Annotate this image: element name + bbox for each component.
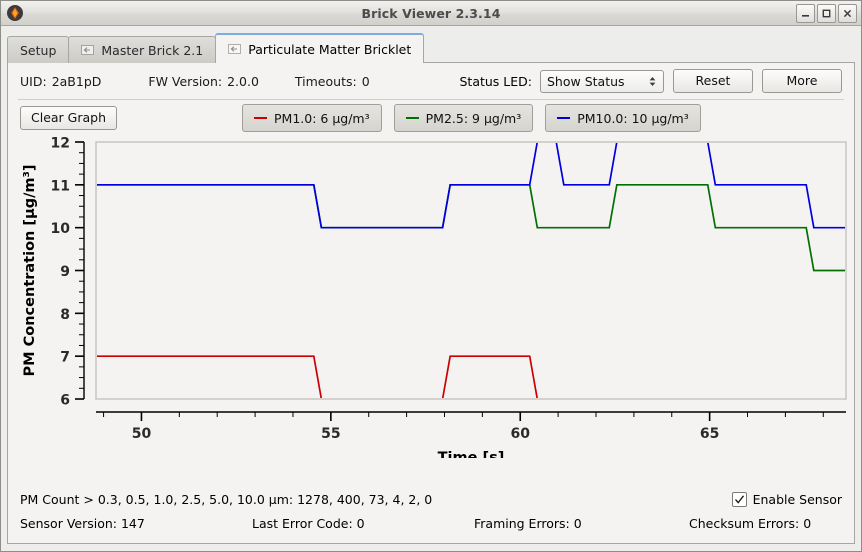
legend-button-pm25[interactable]: PM2.5: 9 µg/m³ (393, 104, 534, 132)
status-led-combo-wrap: Show Status (540, 69, 664, 93)
legend-group: PM1.0: 6 µg/m³ PM2.5: 9 µg/m³ PM10.0: 10… (242, 104, 701, 132)
x-tick-label: 60 (511, 426, 531, 442)
close-button[interactable] (838, 4, 857, 23)
legend-color-swatch-pm10 (557, 117, 571, 119)
legend-color-swatch-pm25 (405, 117, 419, 119)
more-button[interactable]: More (762, 69, 842, 93)
tab-setup-label: Setup (20, 42, 57, 58)
window-controls (796, 4, 857, 23)
tab-setup[interactable]: Setup (7, 36, 70, 63)
brick-viewer-window: Brick Viewer 2.3.14 Setup Master Brick 2… (0, 0, 862, 552)
device-info-row: UID: 2aB1pD FW Version: 2.0.0 Timeouts: 0 S… (8, 63, 854, 99)
checksum-errors-field: Checksum Errors: 0 (689, 516, 811, 531)
status-footer: PM Count > 0.3, 0.5, 1.0, 2.5, 5.0, 10.0… (8, 487, 854, 543)
x-axis-title: Time [s] (438, 450, 505, 458)
legend-label-pm10: PM10.0: 10 µg/m³ (577, 110, 689, 126)
x-tick-label: 65 (700, 426, 719, 442)
legend-button-pm10[interactable]: PM10.0: 10 µg/m³ (545, 104, 701, 132)
brick-logo-icon (7, 5, 23, 21)
undock-icon (81, 45, 95, 55)
fw-version-value: 2.0.0 (227, 73, 259, 89)
y-tick-label: 8 (60, 307, 70, 323)
y-axis-title: PM Concentration [µg/m³] (22, 165, 38, 377)
y-tick-label: 11 (51, 178, 70, 194)
tab-master-brick-label: Master Brick 2.1 (101, 42, 204, 58)
checksum-errors-value: 0 (803, 515, 812, 531)
x-tick-label: 50 (132, 426, 152, 442)
footer-row-counts: PM Count > 0.3, 0.5, 1.0, 2.5, 5.0, 10.0… (20, 487, 842, 511)
x-tick-label: 55 (321, 426, 340, 442)
legend-label-pm1: PM1.0: 6 µg/m³ (274, 110, 370, 126)
plot-frame (95, 141, 847, 400)
y-tick-label: 7 (60, 350, 70, 366)
graph-toolbar: Clear Graph PM1.0: 6 µg/m³ PM2.5: 9 µg/m… (8, 100, 854, 136)
clear-graph-button[interactable]: Clear Graph (20, 106, 118, 130)
minimize-button[interactable] (796, 4, 815, 23)
framing-errors-field: Framing Errors: 0 (474, 516, 689, 531)
status-led-select[interactable]: Show Status (540, 69, 664, 93)
window-title: Brick Viewer 2.3.14 (361, 5, 501, 21)
checkmark-icon (734, 494, 744, 504)
legend-button-pm1[interactable]: PM1.0: 6 µg/m³ (242, 104, 382, 132)
reset-button[interactable]: Reset (673, 69, 753, 93)
window-titlebar: Brick Viewer 2.3.14 (1, 1, 861, 26)
uid-value: 2aB1pD (51, 73, 102, 89)
fw-version-label: FW Version: (148, 73, 223, 89)
enable-sensor-box (731, 491, 747, 507)
framing-errors-value: 0 (573, 515, 582, 531)
pm-count-text: PM Count > 0.3, 0.5, 1.0, 2.5, 5.0, 10.0… (20, 491, 433, 507)
checksum-errors-label: Checksum Errors: (689, 515, 800, 531)
tab-content-panel: UID: 2aB1pD FW Version: 2.0.0 Timeouts: 0 S… (7, 63, 855, 544)
uid-label: UID: (20, 73, 47, 89)
minimize-icon (802, 15, 809, 17)
y-tick-label: 9 (60, 264, 70, 280)
tab-particulate-matter-bricklet-label: Particulate Matter Bricklet (248, 41, 412, 57)
y-tick-label: 10 (51, 221, 71, 237)
legend-label-pm25: PM2.5: 9 µg/m³ (425, 110, 522, 126)
sensor-version-field: Sensor Version: 147 (20, 516, 252, 531)
timeouts-value: 0 (361, 73, 370, 89)
main-tabbar: Setup Master Brick 2.1 Particulate Matte… (7, 33, 855, 63)
legend-color-swatch-pm1 (254, 117, 268, 119)
y-tick-label: 12 (51, 136, 70, 152)
undock-icon (228, 44, 242, 54)
last-error-code-label: Last Error Code: (252, 515, 353, 531)
y-tick-label: 6 (60, 393, 70, 409)
framing-errors-label: Framing Errors: (474, 515, 570, 531)
footer-row-diagnostics: Sensor Version: 147 Last Error Code: 0 F… (20, 511, 842, 535)
timeouts-label: Timeouts: (294, 73, 357, 89)
enable-sensor-label: Enable Sensor (752, 491, 842, 507)
tab-particulate-matter-bricklet[interactable]: Particulate Matter Bricklet (215, 33, 425, 63)
uid-field: UID: 2aB1pD (20, 74, 101, 89)
maximize-icon (822, 9, 831, 18)
last-error-code-value: 0 (356, 515, 365, 531)
close-icon (843, 9, 852, 18)
status-led-label: Status LED: (459, 73, 532, 89)
pm-concentration-chart[interactable]: 6 7 8 9 10 11 12 PM Concentration [µg/m³] 50 55 60… (18, 136, 847, 461)
fw-version-field: FW Version: 2.0.0 (148, 74, 259, 89)
timeouts-field: Timeouts: 0 (295, 74, 370, 89)
sensor-version-label: Sensor Version: (20, 515, 117, 531)
sensor-version-value: 147 (120, 515, 145, 531)
last-error-code-field: Last Error Code: 0 (252, 516, 474, 531)
maximize-button[interactable] (817, 4, 836, 23)
tab-master-brick[interactable]: Master Brick 2.1 (68, 36, 217, 63)
chart-canvas: 6 7 8 9 10 11 12 PM Concentration [µg/m³] 50 55 60… (22, 136, 847, 458)
enable-sensor-checkbox[interactable]: Enable Sensor (731, 491, 842, 507)
